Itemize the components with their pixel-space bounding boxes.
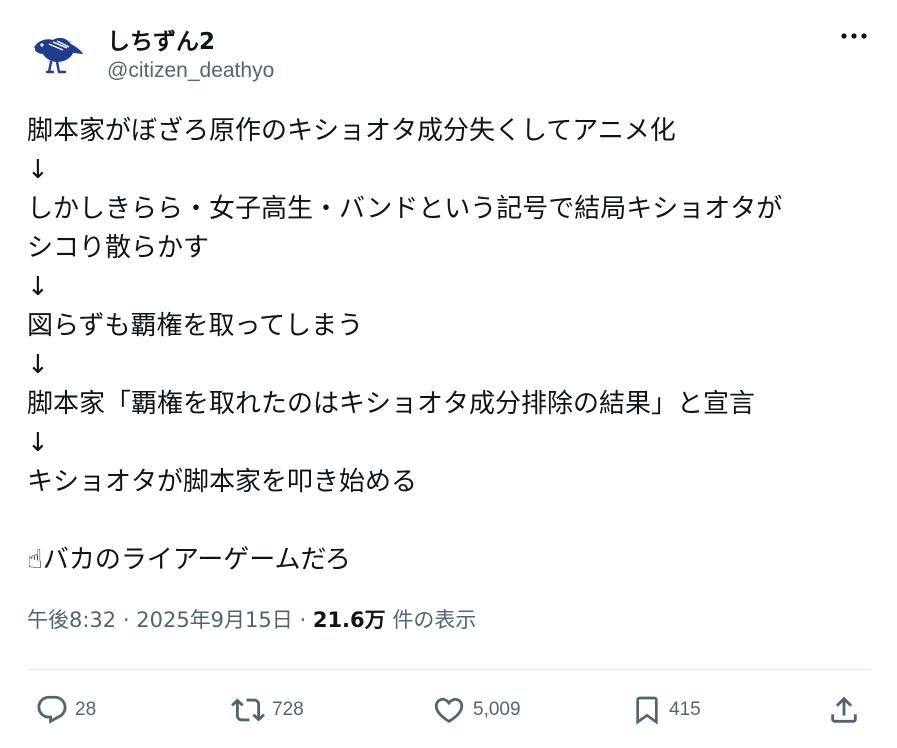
- tweet-line-arrow: ↓: [27, 350, 49, 380]
- heart-icon: [434, 697, 464, 723]
- tweet-text: 脚本家がぼざろ原作のキショオタ成分失くしてアニメ化 ↓ しかしきらら・女子高生・…: [27, 112, 877, 580]
- more-options-button[interactable]: [834, 22, 874, 50]
- repost-icon: [231, 698, 265, 722]
- author-display-name[interactable]: しちずん2: [107, 22, 215, 56]
- tweet-line: ☝バカのライアーゲームだろ: [27, 545, 351, 575]
- reply-icon: [37, 695, 67, 724]
- repost-count: 728: [272, 699, 304, 720]
- share-icon: [831, 696, 857, 723]
- meta-separator: ·: [299, 608, 307, 632]
- tweet-line: キショオタが脚本家を叩き始める: [27, 467, 418, 497]
- tweet-line-arrow: ↓: [27, 428, 49, 458]
- share-button[interactable]: [827, 688, 861, 732]
- repost-button[interactable]: 728: [230, 688, 304, 732]
- tweet-card: しちずん2 @citizen_deathyo 脚本家がぼざろ原作のキショオタ成分…: [0, 0, 897, 748]
- bird-avatar-icon: [27, 20, 91, 84]
- view-count: 21.6万: [312, 608, 386, 632]
- bookmark-icon: [636, 696, 658, 725]
- tweet-line-arrow: ↓: [27, 155, 49, 185]
- meta-separator: ·: [122, 608, 130, 632]
- action-bar: 28 728 5,009 415: [27, 688, 871, 732]
- tweet-date[interactable]: 2025年9月15日: [136, 608, 293, 632]
- avatar[interactable]: [27, 20, 91, 84]
- like-button[interactable]: 5,009: [431, 688, 521, 732]
- tweet-line: しかしきらら・女子高生・バンドという記号で結局キショオタが: [27, 194, 783, 224]
- tweet-meta: 午後8:32 · 2025年9月15日 · 21.6万 件の表示: [27, 604, 476, 634]
- tweet-line: シコり散らかす: [27, 233, 210, 263]
- author-handle[interactable]: @citizen_deathyo: [107, 59, 274, 83]
- tweet-line: 図らずも覇権を取ってしまう: [27, 311, 364, 341]
- bookmark-button[interactable]: 415: [631, 688, 701, 732]
- bookmark-count: 415: [669, 699, 701, 720]
- tweet-time[interactable]: 午後8:32: [27, 608, 116, 632]
- divider: [27, 669, 871, 670]
- more-horizontal-icon: [841, 33, 867, 39]
- tweet-line: 脚本家「覇権を取れたのはキショオタ成分排除の結果」と宣言: [27, 389, 756, 419]
- reply-count: 28: [75, 699, 97, 720]
- like-count: 5,009: [473, 699, 521, 720]
- tweet-line: 脚本家がぼざろ原作のキショオタ成分失くしてアニメ化: [27, 116, 676, 146]
- view-count-label: 件の表示: [392, 608, 477, 632]
- reply-button[interactable]: 28: [35, 688, 96, 732]
- tweet-line-arrow: ↓: [27, 272, 49, 302]
